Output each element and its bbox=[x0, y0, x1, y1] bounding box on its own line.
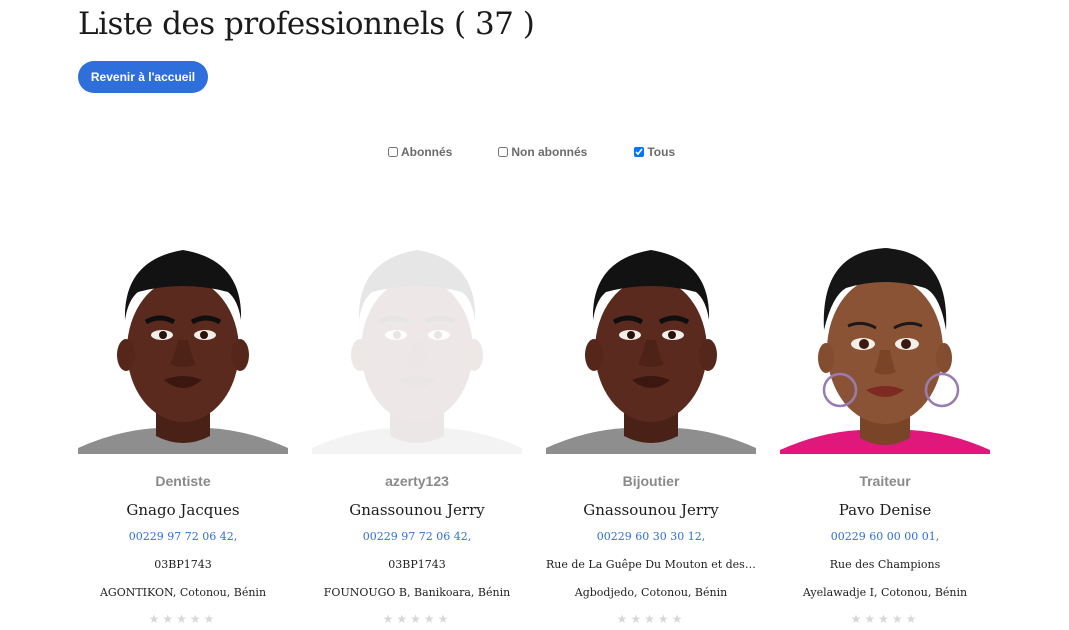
page-title: Liste des professionnels ( 37 ) bbox=[78, 6, 535, 42]
filter-unsubscribed-label: Non abonnés bbox=[511, 145, 588, 159]
filter-all-label: Tous bbox=[647, 145, 676, 159]
filter-unsubscribed[interactable]: Non abonnés bbox=[498, 145, 587, 159]
rating-stars: ★★★★★ bbox=[382, 612, 452, 626]
filter-subscribed[interactable]: Abonnés bbox=[388, 145, 452, 159]
filter-all[interactable]: Tous bbox=[634, 145, 675, 159]
card-location: AGONTIKON, Cotonou, Bénin bbox=[99, 586, 267, 599]
professional-card[interactable]: Bijoutier Gnassounou Jerry 00229 60 30 3… bbox=[546, 240, 756, 626]
card-profession: azerty123 bbox=[385, 473, 449, 489]
woman-avatar bbox=[780, 248, 990, 454]
card-location: FOUNOUGO B, Banikoara, Bénin bbox=[323, 586, 511, 599]
subscription-filter: Abonnés Non abonnés Tous bbox=[388, 145, 675, 159]
man-avatar bbox=[312, 250, 522, 454]
card-address-line: Rue de La Guêpe Du Mouton et des Champio… bbox=[546, 558, 756, 571]
rating-stars: ★★★★★ bbox=[148, 612, 218, 626]
rating-stars: ★★★★★ bbox=[850, 612, 920, 626]
card-location: Agbodjedo, Cotonou, Bénin bbox=[574, 586, 728, 599]
card-phone[interactable]: 00229 97 72 06 42, bbox=[78, 530, 288, 544]
card-name: Pavo Denise bbox=[838, 501, 932, 519]
filter-subscribed-checkbox[interactable] bbox=[388, 147, 398, 157]
card-name: Gnassounou Jerry bbox=[583, 501, 719, 519]
man-avatar bbox=[546, 250, 756, 454]
filter-unsubscribed-checkbox[interactable] bbox=[498, 147, 509, 157]
card-phone[interactable]: 00229 60 00 00 01, bbox=[780, 530, 990, 544]
professional-card[interactable]: Dentiste Gnago Jacques 00229 97 72 06 42… bbox=[78, 240, 288, 626]
man-avatar bbox=[78, 250, 288, 454]
card-profession: Traiteur bbox=[859, 473, 911, 489]
card-profession: Dentiste bbox=[155, 473, 211, 489]
filter-subscribed-label: Abonnés bbox=[401, 145, 453, 159]
filter-all-checkbox[interactable] bbox=[634, 147, 645, 157]
card-address-line: 03BP1743 bbox=[388, 558, 446, 571]
card-phone[interactable]: 00229 60 30 30 12, bbox=[546, 530, 756, 544]
professional-card[interactable]: Traiteur Pavo Denise 00229 60 00 00 01, … bbox=[780, 240, 990, 626]
professional-card[interactable]: azerty123 Gnassounou Jerry 00229 97 72 0… bbox=[312, 240, 522, 626]
card-location: Ayelawadje I, Cotonou, Bénin bbox=[802, 586, 968, 599]
rating-stars: ★★★★★ bbox=[616, 612, 686, 626]
card-phone[interactable]: 00229 97 72 06 42, bbox=[312, 530, 522, 544]
card-name: Gnago Jacques bbox=[126, 501, 240, 519]
card-profession: Bijoutier bbox=[622, 473, 680, 489]
card-name: Gnassounou Jerry bbox=[349, 501, 485, 519]
professional-list: Dentiste Gnago Jacques 00229 97 72 06 42… bbox=[78, 240, 990, 630]
card-address-line: 03BP1743 bbox=[154, 558, 212, 571]
card-address-line: Rue des Champions bbox=[829, 558, 941, 571]
back-home-button[interactable]: Revenir à l'accueil bbox=[78, 61, 208, 93]
